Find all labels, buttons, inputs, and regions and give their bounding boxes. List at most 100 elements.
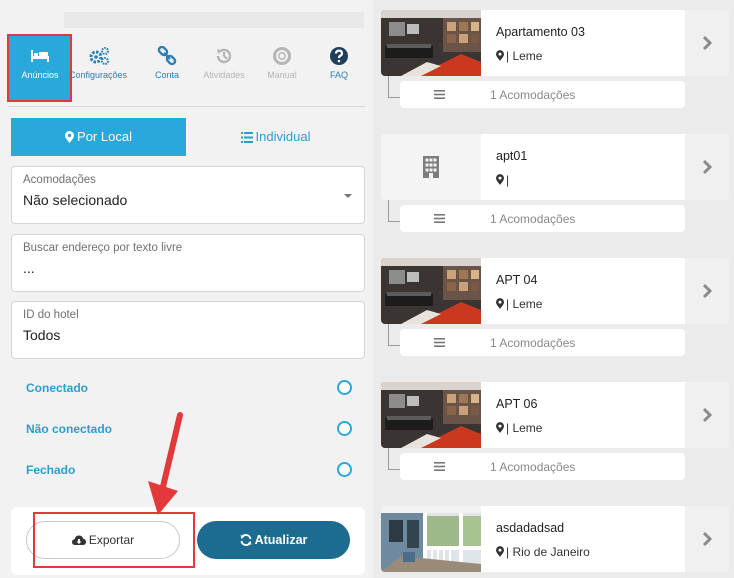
listing-location: | Leme: [496, 421, 542, 435]
listing-card[interactable]: APT 04 | Leme: [381, 258, 729, 324]
listing-location-text: |: [506, 173, 510, 187]
nav-item-anuncios[interactable]: Anúncios: [8, 34, 72, 100]
field-value: Não selecionado: [23, 192, 128, 208]
listing-title: APT 04: [496, 273, 538, 287]
listing-location-text: | Leme: [506, 297, 543, 311]
nav-item-configuracoes[interactable]: Configurações: [66, 34, 130, 100]
open-listing-button[interactable]: [685, 506, 729, 572]
export-label: Exportar: [88, 533, 135, 547]
listing-item: apt01 | 1 Acomodações: [374, 124, 734, 234]
tree-connector: [388, 200, 400, 222]
question-icon: [329, 46, 349, 66]
accommodations-count: 1 Acomodações: [490, 336, 576, 350]
tree-connector: [388, 448, 400, 470]
accommodations-row[interactable]: 1 Acomodações: [400, 81, 685, 108]
listing-title: APT 06: [496, 397, 538, 411]
listing-item: Apartamento 03 | Leme 1 Acomodações: [374, 0, 734, 110]
nav-item-conta[interactable]: Conta: [135, 34, 199, 100]
accommodations-count: 1 Acomodações: [490, 212, 576, 226]
tab-por-local[interactable]: Por Local: [11, 118, 186, 156]
open-listing-button[interactable]: [685, 10, 729, 76]
nav-divider: [8, 106, 365, 107]
refresh-label: Atualizar: [254, 533, 308, 547]
listing-card[interactable]: APT 06 | Leme: [381, 382, 729, 448]
accommodations-row[interactable]: 1 Acomodações: [400, 205, 685, 232]
field-label: Buscar endereço por texto livre: [23, 242, 183, 254]
accommodations-select[interactable]: Acomodações Não selecionado: [11, 166, 365, 224]
tab-label: Por Local: [77, 129, 132, 144]
radio-button[interactable]: [337, 421, 352, 436]
nav-label: Atividades: [203, 70, 245, 80]
map-marker-icon: [496, 546, 504, 557]
tab-individual[interactable]: Individual: [186, 118, 365, 156]
listing-location: |: [496, 173, 509, 187]
listing-location-text: | Leme: [506, 49, 543, 63]
annotation-arrow: [148, 412, 183, 515]
accommodations-row[interactable]: 1 Acomodações: [400, 329, 685, 356]
list-icon: [240, 132, 253, 143]
listing-list: Apartamento 03 | Leme 1 Acomodações apt0…: [374, 0, 734, 578]
listing-location: | Rio de Janeiro: [496, 545, 590, 559]
listing-item: asdadadsad | Rio de Janeiro: [374, 496, 734, 578]
caret-down-icon: [344, 194, 352, 198]
tree-connector: [388, 324, 400, 346]
cogs-icon: [88, 46, 109, 66]
radio-button[interactable]: [337, 380, 352, 395]
lifebuoy-icon: [272, 46, 292, 66]
menu-icon: [434, 90, 445, 99]
status-label: Conectado: [26, 381, 89, 395]
link-icon: [157, 45, 177, 66]
nav-label: Conta: [154, 70, 180, 80]
tree-connector: [388, 76, 400, 98]
field-label: Acomodações: [23, 174, 96, 186]
nav-item-manual[interactable]: Manual: [250, 34, 314, 100]
map-marker-icon: [496, 174, 504, 185]
map-marker-icon: [496, 298, 504, 309]
listing-item: APT 06 | Leme 1 Acomodações: [374, 372, 734, 482]
bed-icon: [30, 46, 50, 66]
building-icon: [423, 156, 439, 178]
hotel-id-input[interactable]: ID do hotel Todos: [11, 301, 365, 359]
radio-button[interactable]: [337, 462, 352, 477]
listing-title: apt01: [496, 149, 528, 163]
chevron-right-icon: [702, 35, 712, 51]
listing-card[interactable]: Apartamento 03 | Leme: [381, 10, 729, 76]
nav-item-atividades[interactable]: Atividades: [192, 34, 256, 100]
listing-card[interactable]: asdadadsad | Rio de Janeiro: [381, 506, 729, 572]
refresh-button[interactable]: Atualizar: [197, 521, 350, 559]
listing-location-text: | Leme: [506, 421, 543, 435]
accommodations-row[interactable]: 1 Acomodações: [400, 453, 685, 480]
open-listing-button[interactable]: [685, 258, 729, 324]
refresh-icon: [240, 534, 251, 546]
nav-item-faq[interactable]: FAQ: [307, 34, 371, 100]
top-bar-placeholder: [64, 12, 364, 28]
view-tabs: Por Local Individual: [11, 118, 365, 156]
map-marker-icon: [496, 50, 504, 61]
nav-label: Manual: [267, 70, 297, 80]
listing-thumbnail-placeholder: [381, 134, 481, 200]
chevron-right-icon: [702, 531, 712, 547]
export-button[interactable]: Exportar: [26, 521, 180, 559]
open-listing-button[interactable]: [685, 382, 729, 448]
open-listing-button[interactable]: [685, 134, 729, 200]
nav-label: Anúncios: [21, 70, 59, 80]
map-marker-icon: [65, 131, 75, 143]
nav-label: FAQ: [329, 70, 348, 80]
listing-location: | Leme: [496, 297, 542, 311]
nav-label: Configurações: [68, 70, 128, 80]
chevron-right-icon: [702, 283, 712, 299]
history-icon: [214, 46, 234, 66]
status-conectado[interactable]: Conectado: [26, 378, 352, 398]
listing-title: asdadadsad: [496, 521, 565, 535]
listing-title: Apartamento 03: [496, 25, 585, 39]
address-search-input[interactable]: Buscar endereço por texto livre ...: [11, 234, 365, 292]
listing-location-text: | Rio de Janeiro: [506, 545, 590, 559]
listing-thumbnail-living-room: [381, 382, 481, 448]
cloud-download-icon: [71, 535, 86, 545]
accommodations-count: 1 Acomodações: [490, 460, 576, 474]
status-label: Fechado: [26, 463, 76, 477]
field-value: Todos: [23, 327, 61, 343]
chevron-right-icon: [702, 159, 712, 175]
main-nav: Anúncios Configurações Conta Atividades …: [8, 34, 366, 106]
listing-card[interactable]: apt01 |: [381, 134, 729, 200]
